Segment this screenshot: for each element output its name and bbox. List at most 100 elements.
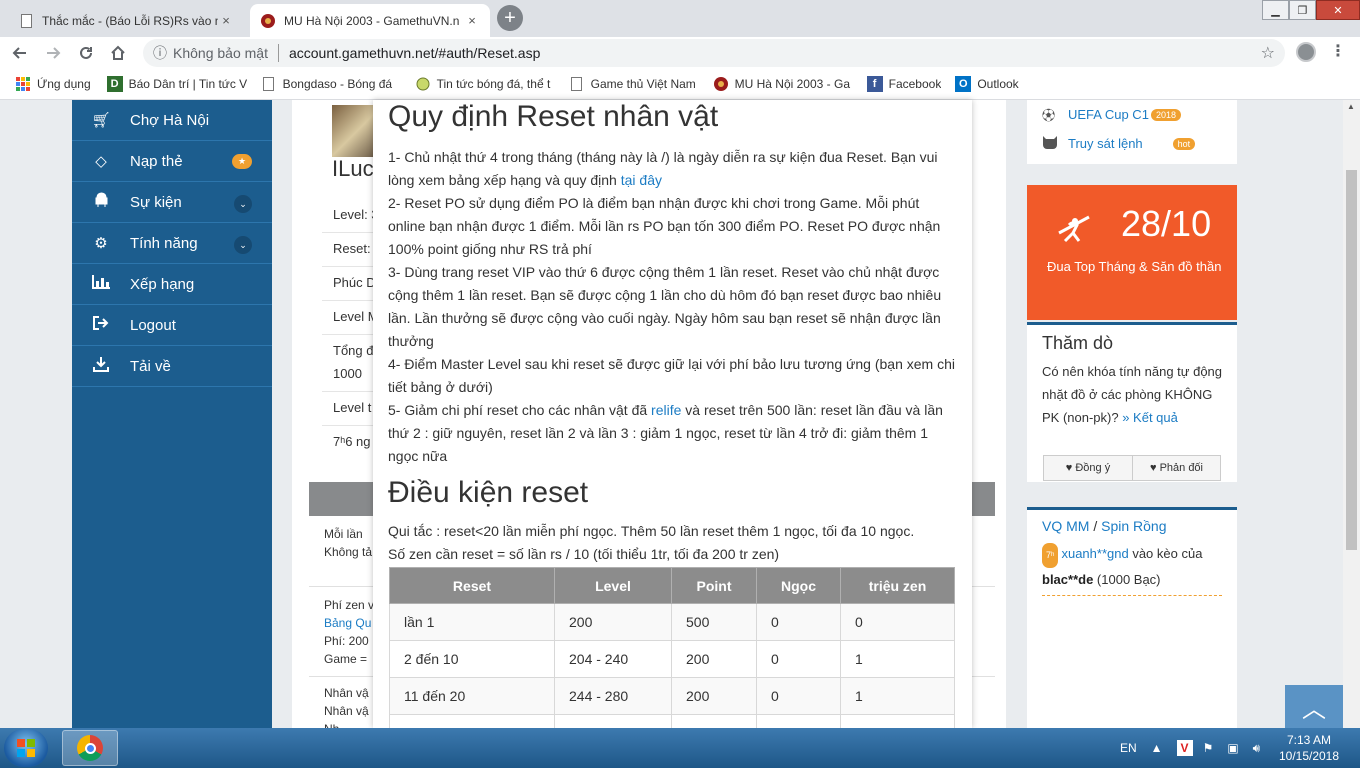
chevron-down-icon[interactable]: ⌄ [234,195,252,213]
event-date: 28/10 [1121,203,1212,244]
facebook-icon: f [866,76,883,92]
table-row [389,714,955,728]
bookmark-dantri[interactable]: D Báo Dân trí | Tin tức V [106,76,247,92]
table-row: lần 1 200 500 0 0 [389,603,955,641]
vq-card: VQ MM / Spin Rồng 7ʰ xuanh**gnd vào kèo c… [1027,507,1237,728]
agree-button[interactable]: ♥ Đồng ý [1043,455,1133,481]
level-badge: 7ʰ [1042,543,1059,568]
windows-taskbar: EN ▲ V ⚑ ▣ 🔊︎ 7:13 AM 10/15/2018 [0,728,1360,768]
menu-icon[interactable]: ⋮ [1330,41,1346,61]
scrollbar-thumb[interactable] [1346,170,1357,550]
page-icon [569,76,585,92]
mu-icon [713,76,729,92]
url-text[interactable]: account.gamethuvn.net/#auth/Reset.asp [289,45,540,61]
truy-sat-lenh-link[interactable]: Truy sát lệnh hot [1027,129,1237,158]
profile-avatar[interactable] [1296,42,1316,62]
poll-title: Thăm dò [1042,333,1114,353]
tab-mu-ha-noi[interactable]: MU Hà Nội 2003 - GamethuVN.n × [250,4,490,37]
volume-icon[interactable]: 🔊︎ [1253,741,1261,756]
character-name: ILuc [332,156,374,181]
scroll-to-top-button[interactable]: ︿ [1285,685,1343,728]
rule-1: 1- Chủ nhật thứ 4 trong tháng (tháng này… [388,149,938,188]
table-row: 11 đến 20 244 - 280 200 0 1 [389,677,955,715]
reset-rules-modal: Quy định Reset nhân vật 1- Chủ nhật thứ … [373,100,972,728]
page-scrollbar[interactable]: ▲ [1343,100,1360,728]
chart-icon [72,275,130,293]
tray-expand-icon[interactable]: ▲ [1151,741,1163,755]
sidebar-item-cho-ha-noi[interactable]: 🛒︎ Chợ Hà Nội [72,100,272,141]
col-header-zen: triệu zen [840,567,955,604]
ball-icon [415,76,431,92]
table-row: 2 đến 10 204 - 240 200 0 1 [389,640,955,678]
chevron-down-icon[interactable]: ⌄ [234,236,252,254]
bookmark-bongdaso[interactable]: Bongdaso - Bóng đá [261,76,401,92]
address-bar[interactable]: ⓘ Không bảo mật account.gamethuvn.net/#a… [143,39,1285,67]
windows-logo-icon [17,739,35,757]
info-icon[interactable]: ⓘ [147,43,173,63]
spin-rong-link[interactable]: Spin Rồng [1101,518,1166,534]
bookmark-star-icon[interactable]: ☆ [1261,43,1275,63]
tab-thac-mac[interactable]: Thắc mắc - (Báo Lỗi RS)Rs vào ng × [8,4,244,37]
table-header-row: Reset Level Point Ngọc triệu zen [389,567,955,604]
flag-icon[interactable]: ⚑ [1203,741,1214,755]
logout-icon [72,316,130,334]
warrior-icon [1055,211,1091,252]
tai-day-link[interactable]: tại đây [621,172,662,188]
star-badge: ★ [232,154,252,169]
system-tray: EN ▲ V ⚑ ▣ 🔊︎ [1120,728,1274,768]
uefa-cup-link[interactable]: ⚽︎ UEFA Cup C1 2018 [1027,100,1237,129]
event-name: Đua Top Tháng & Săn đồ thần [1047,259,1222,274]
sidebar-item-xep-hang[interactable]: Xếp hạng [72,264,272,305]
poll-result-link[interactable]: » Kết quả [1122,410,1178,425]
dantri-icon: D [106,76,123,92]
network-icon[interactable]: ▣ [1227,741,1238,755]
sidebar-item-su-kien[interactable]: Sự kiện ⌄ [72,182,272,223]
bookmark-game-thu[interactable]: Game thủ Việt Nam - [569,76,699,92]
chrome-taskbar-button[interactable] [62,730,118,766]
arrow-right-icon [47,47,61,59]
new-tab-button[interactable]: + [497,5,523,31]
poll-question: Có nên khóa tính năng tự động nhặt đồ ở … [1042,364,1223,425]
minimize-button[interactable]: ▁ [1262,0,1289,20]
start-button[interactable] [4,729,48,767]
system-clock[interactable]: 7:13 AM 10/15/2018 [1278,732,1340,764]
disagree-button[interactable]: ♥ Phản đối [1132,455,1221,481]
tab-close-icon[interactable]: × [464,13,480,28]
bookmark-apps[interactable]: Ứng dụng [15,76,91,92]
content-block-2: Phí zen v Bảng Qu Phí: 200 Game = [324,598,375,666]
bookmark-outlook[interactable]: O Outlook [955,76,1019,92]
cat-icon [1042,135,1068,152]
col-header-reset: Reset [389,567,555,604]
back-button[interactable] [8,41,32,65]
close-window-button[interactable]: ✕ [1316,0,1360,20]
maximize-button[interactable]: ❐ [1289,0,1316,20]
vq-mm-link[interactable]: VQ MM [1042,518,1089,534]
gears-icon: ⚙ [94,235,108,252]
bookmark-tin-tuc-bong-da[interactable]: Tin tức bóng đá, thể t [415,76,555,92]
vq-user[interactable]: xuanh**gnd [1061,546,1128,561]
quick-links-card: ⚽︎ UEFA Cup C1 2018 Truy sát lệnh hot [1027,100,1237,164]
sidebar-item-tinh-nang[interactable]: ⚙ Tính năng ⌄ [72,223,272,264]
rule-4: 4- Điểm Master Level sau khi reset sẽ đư… [388,356,955,395]
home-button[interactable] [106,41,130,65]
scroll-up-icon[interactable]: ▲ [1347,102,1355,111]
relife-link[interactable]: relife [651,402,681,418]
reload-button[interactable] [74,41,98,65]
reset-table: Reset Level Point Ngọc triệu zen lần 1 20… [389,567,955,728]
forward-button[interactable] [41,41,65,65]
col-header-point: Point [671,567,757,604]
reset-rules-text: 1- Chủ nhật thứ 4 trong tháng (tháng này… [388,146,960,468]
language-indicator[interactable]: EN [1120,741,1137,755]
sidebar-item-tai-ve[interactable]: Tải về [72,346,272,387]
sidebar-item-logout[interactable]: Logout [72,305,272,346]
col-header-ngoc: Ngọc [756,567,841,604]
bookmark-mu-ha-noi[interactable]: MU Hà Nội 2003 - Ga [713,76,853,92]
antivirus-icon[interactable]: V [1176,740,1193,756]
sidebar-item-nap-the[interactable]: ◇ Nạp thẻ ★ [72,141,272,182]
bang-quy-link[interactable]: Bảng Qu [324,614,374,632]
modal-title: Quy định Reset nhân vật [388,100,719,133]
bookmark-facebook[interactable]: f Facebook [866,76,941,92]
event-banner[interactable]: 28/10 Đua Top Tháng & Săn đồ thần [1027,185,1237,320]
tab-close-icon[interactable]: × [218,13,234,28]
poll-card: Thăm dò Có nên khóa tính năng tự động nh… [1027,322,1237,482]
